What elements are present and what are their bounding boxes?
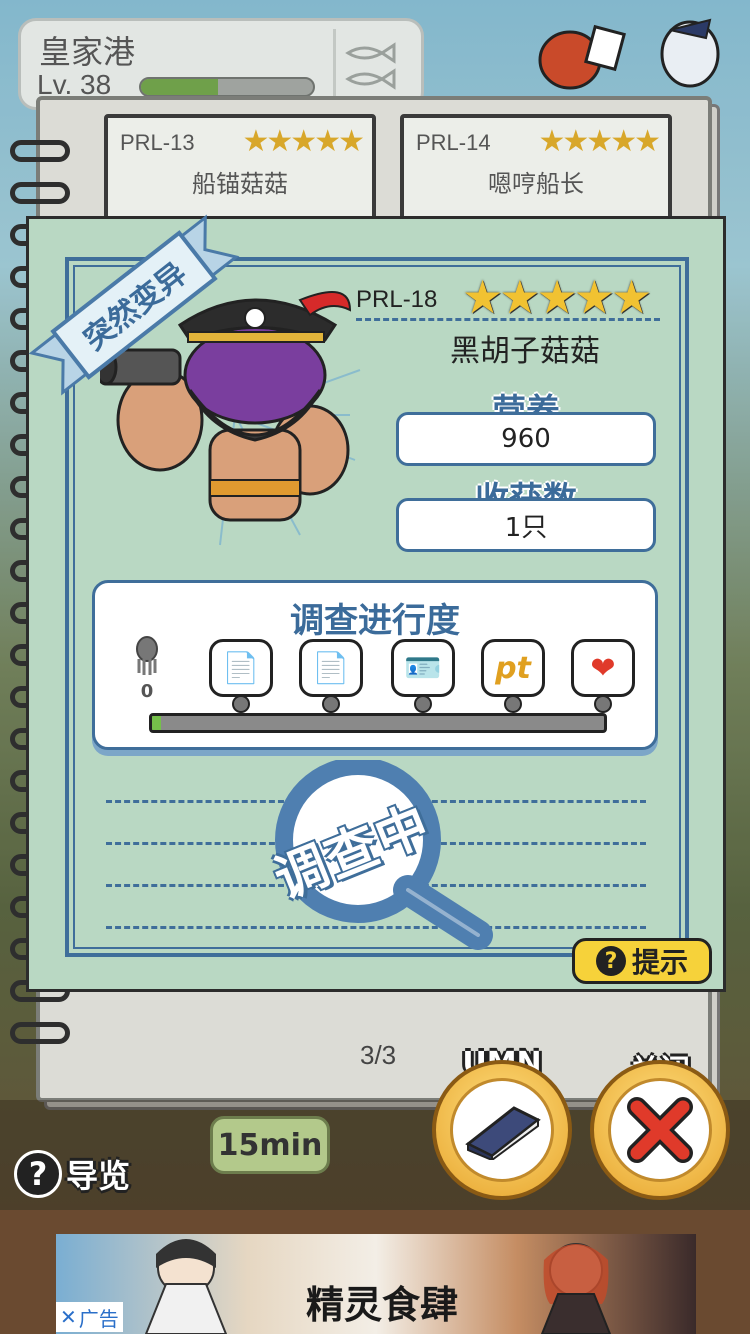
id-card-icon: 🪪 <box>391 639 455 697</box>
npc-characters-icon <box>538 18 720 90</box>
timer-badge[interactable]: 15min <box>210 1116 330 1174</box>
guide-button[interactable]: ? 导览 <box>14 1148 150 1200</box>
close-icon: ✕ <box>60 1305 77 1329</box>
document-icon: 📄 <box>299 639 363 697</box>
card-code: PRL-14 <box>416 130 491 155</box>
umn-button[interactable] <box>432 1060 572 1200</box>
card-name: 嗯哼船长 <box>488 170 584 198</box>
hint-button[interactable]: ? 提示 <box>572 938 712 984</box>
fish-icon[interactable] <box>333 29 411 105</box>
level-progress-bar <box>139 77 315 97</box>
rarity-stars: ★★★★★ <box>462 270 652 324</box>
creature-name: 黑胡子菇菇 <box>450 334 600 369</box>
guide-label: 导览 <box>66 1157 131 1195</box>
card-stars: ★★★★★ <box>242 124 365 159</box>
hint-label: 提示 <box>631 946 688 979</box>
nutrition-value: 960 <box>396 412 656 466</box>
card-code: PRL-13 <box>120 130 195 155</box>
progress-track <box>149 713 607 733</box>
mutation-ribbon: 突然变异 <box>28 214 240 396</box>
page-indicator: 3/3 <box>360 1040 397 1070</box>
step-pin <box>322 695 340 713</box>
progress-count: 0 <box>141 681 154 702</box>
squid-icon: 0 <box>136 636 158 702</box>
harvest-value: 1只 <box>396 498 656 552</box>
ad-tag-label: 广告 <box>78 1306 119 1331</box>
port-name: 皇家港 <box>39 33 136 71</box>
question-icon: ? <box>595 946 626 976</box>
notebook-ring <box>10 140 70 162</box>
ad-banner[interactable]: 精灵食肆 <box>56 1234 696 1334</box>
close-icon <box>627 1097 693 1163</box>
document-icon: 📄 <box>209 639 273 697</box>
progress-title: 调查进行度 <box>290 601 460 641</box>
notebook-ring <box>10 1022 70 1044</box>
card-stars: ★★★★★ <box>538 124 661 159</box>
book-icon <box>465 1106 541 1160</box>
ad-logo: 精灵食肆 <box>306 1282 459 1327</box>
ad-tag[interactable]: ✕ 广告 <box>56 1302 123 1332</box>
step-pin <box>232 695 250 713</box>
info-divider <box>356 318 660 321</box>
umn-button-face <box>450 1078 554 1182</box>
investigation-progress-panel: 调查进行度 0 📄 📄 🪪 pt ❤ <box>92 580 658 750</box>
heart-icon: ❤ <box>571 639 635 697</box>
fish-icon-graphic <box>344 42 395 90</box>
card-name: 船锚菇菇 <box>192 170 288 198</box>
ad-character-icon <box>540 1243 612 1334</box>
step-pin <box>594 695 612 713</box>
progress-fill <box>152 716 162 730</box>
question-icon: ? <box>14 1150 62 1198</box>
ad-character-icon <box>144 1239 228 1334</box>
close-button-face <box>608 1078 712 1182</box>
step-pin <box>504 695 522 713</box>
close-button[interactable] <box>590 1060 730 1200</box>
notebook-ring <box>10 182 70 204</box>
points-icon: pt <box>481 639 545 697</box>
creature-code: PRL-18 <box>356 286 438 313</box>
step-pin <box>414 695 432 713</box>
level-progress-fill <box>141 79 219 95</box>
